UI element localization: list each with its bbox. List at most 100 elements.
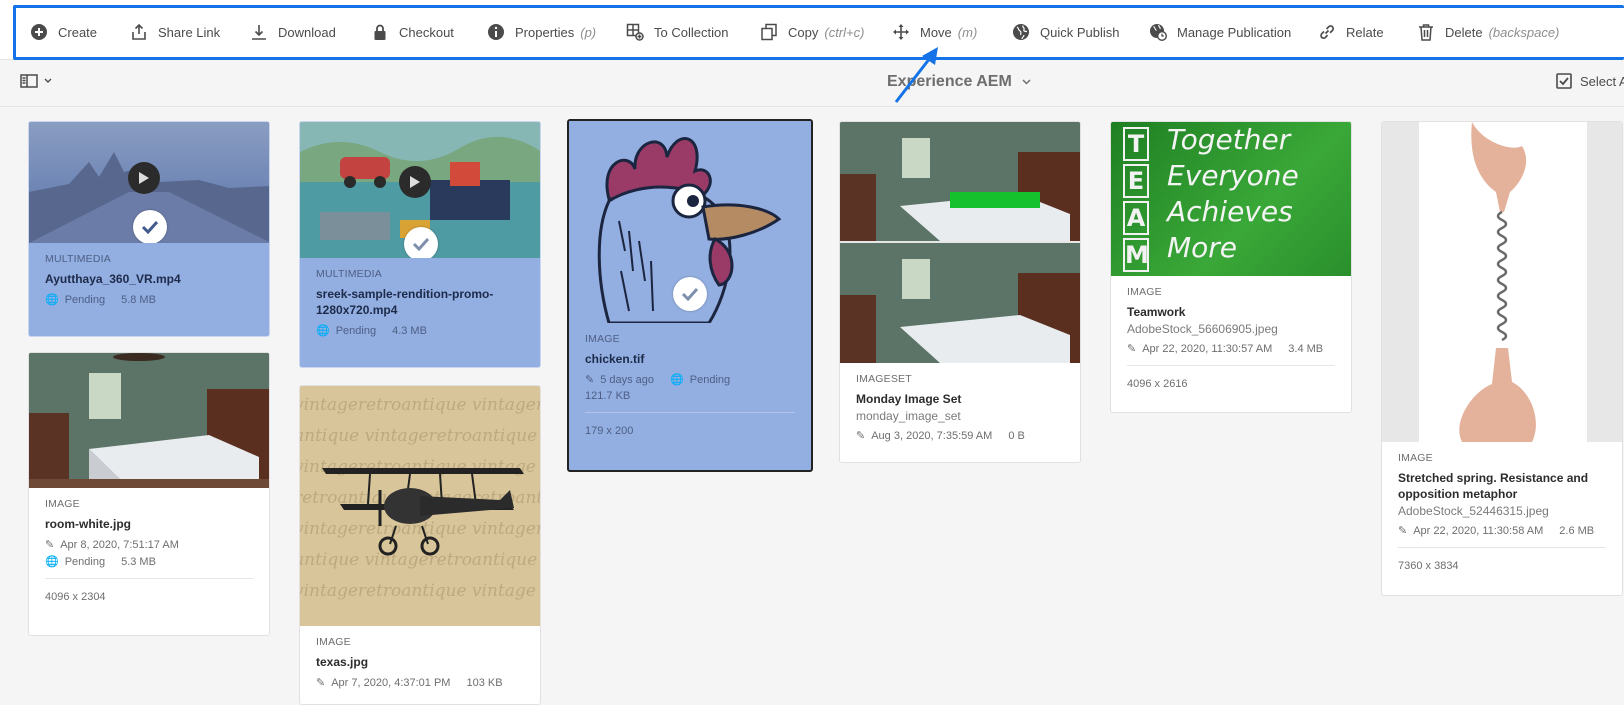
pencil-icon: ✎ bbox=[1398, 525, 1408, 537]
asset-title: Teamwork bbox=[1127, 305, 1186, 319]
asset-card-chicken[interactable]: IMAGE chicken.tif ✎ 5 days ago 🌐 Pending 12… bbox=[567, 119, 813, 472]
pencil-icon: ✎ bbox=[856, 430, 866, 442]
team-letter: E bbox=[1123, 164, 1149, 198]
info-icon bbox=[488, 24, 504, 40]
asset-filename: AdobeStock_52446315.jpeg bbox=[1398, 504, 1549, 518]
globe-clock-icon bbox=[1150, 24, 1167, 41]
card-thumbnail bbox=[29, 353, 269, 488]
play-icon[interactable] bbox=[399, 166, 431, 198]
modified-date: Apr 22, 2020, 11:30:58 AM bbox=[1413, 524, 1544, 537]
card-thumbnail bbox=[300, 122, 540, 258]
asset-type: IMAGE bbox=[45, 498, 80, 510]
action-toolbar: Create Share Link Download Checkout Prop… bbox=[0, 0, 1624, 60]
properties-shortcut: (p) bbox=[580, 24, 597, 40]
asset-card-ayutthaya[interactable]: MULTIMEDIA Ayutthaya_360_VR.mp4 🌐 Pending… bbox=[28, 121, 270, 337]
team-letter: T bbox=[1123, 127, 1149, 161]
create-button[interactable]: Create bbox=[30, 22, 97, 42]
asset-type: IMAGE bbox=[1398, 452, 1433, 464]
move-icon bbox=[893, 24, 909, 40]
asset-card-room-white[interactable]: IMAGE room-white.jpg ✎ Apr 8, 2020, 7:51:… bbox=[28, 352, 270, 636]
lock-icon bbox=[374, 24, 386, 40]
asset-title: room-white.jpg bbox=[45, 517, 131, 531]
selected-check-icon[interactable] bbox=[133, 210, 167, 243]
annotation-arrow bbox=[894, 47, 938, 103]
card-thumbnail bbox=[29, 122, 269, 243]
file-size: 121.7 KB bbox=[585, 390, 631, 402]
asset-type: MULTIMEDIA bbox=[45, 253, 111, 265]
team-word: Everyone bbox=[1167, 159, 1299, 192]
team-letters: TEAM bbox=[1123, 127, 1153, 275]
share-link-label: Share Link bbox=[158, 24, 221, 40]
to-collection-button[interactable]: To Collection bbox=[626, 22, 728, 42]
copy-button[interactable]: Copy (ctrl+c) bbox=[760, 22, 864, 42]
manage-publication-label: Manage Publication bbox=[1177, 24, 1292, 40]
to-collection-label: To Collection bbox=[654, 24, 729, 40]
quick-publish-button[interactable]: Quick Publish bbox=[1012, 22, 1119, 42]
card-thumbnail bbox=[840, 122, 1080, 363]
modified-date: Aug 3, 2020, 7:35:59 AM bbox=[871, 429, 993, 442]
selected-check-icon[interactable] bbox=[673, 277, 707, 311]
asset-type: IMAGESET bbox=[856, 373, 912, 385]
create-label: Create bbox=[58, 24, 98, 40]
delete-label: Delete bbox=[1445, 24, 1483, 40]
file-size: 3.4 MB bbox=[1288, 342, 1324, 355]
asset-type: IMAGE bbox=[1127, 286, 1162, 298]
file-size: 0 B bbox=[1008, 429, 1025, 442]
modified-date: Apr 22, 2020, 11:30:57 AM bbox=[1142, 342, 1273, 355]
copy-label: Copy bbox=[788, 24, 819, 40]
share-link-button[interactable]: Share Link bbox=[130, 22, 220, 42]
copy-shortcut: (ctrl+c) bbox=[824, 24, 865, 40]
asset-title: chicken.tif bbox=[585, 352, 645, 366]
delete-button[interactable]: Delete (backspace) bbox=[1417, 22, 1559, 42]
asset-title: Monday Image Set bbox=[856, 392, 962, 406]
globe-icon: 🌐 bbox=[316, 325, 330, 337]
asset-card-monday-image-set[interactable]: IMAGESET Monday Image Set monday_image_s… bbox=[839, 121, 1081, 463]
download-label: Download bbox=[278, 24, 336, 40]
image-dimensions: 4096 x 2304 bbox=[45, 578, 253, 603]
team-words: Together Everyone Achieves More bbox=[1167, 122, 1299, 266]
properties-button[interactable]: Properties (p) bbox=[487, 22, 596, 42]
collection-add-icon bbox=[626, 23, 644, 41]
relate-button[interactable]: Relate bbox=[1318, 22, 1384, 42]
imageset-thumbnail bbox=[840, 122, 1080, 363]
selected-check-icon[interactable] bbox=[404, 227, 438, 258]
download-button[interactable]: Download bbox=[250, 22, 336, 42]
file-size: 2.6 MB bbox=[1559, 524, 1595, 537]
asset-card-texas[interactable]: vintageretroantique vintageretrantique v… bbox=[299, 385, 541, 705]
modified-date: Apr 7, 2020, 4:37:01 PM bbox=[331, 676, 451, 689]
globe-icon: 🌐 bbox=[45, 556, 59, 568]
rail-toggle-button[interactable] bbox=[20, 74, 52, 88]
checkout-button[interactable]: Checkout bbox=[371, 22, 454, 42]
room-image bbox=[29, 353, 269, 488]
card-thumbnail: TEAM Together Everyone Achieves More bbox=[1111, 122, 1351, 276]
team-letter: M bbox=[1123, 238, 1149, 272]
manage-publication-button[interactable]: Manage Publication bbox=[1149, 22, 1291, 42]
move-shortcut: (m) bbox=[957, 24, 978, 40]
spring-hands-image bbox=[1419, 122, 1587, 442]
play-icon[interactable] bbox=[128, 162, 160, 194]
team-word: Achieves bbox=[1167, 195, 1293, 228]
team-word: More bbox=[1167, 231, 1238, 264]
card-thumbnail bbox=[569, 121, 811, 323]
asset-card-teamwork[interactable]: TEAM Together Everyone Achieves More IMAGE … bbox=[1110, 121, 1352, 413]
move-label: Move bbox=[920, 24, 952, 40]
select-all-label: Select All bbox=[1580, 73, 1624, 89]
trash-icon bbox=[1419, 24, 1433, 41]
asset-card-stretched-spring[interactable]: IMAGE Stretched spring. Resistance and o… bbox=[1381, 121, 1623, 596]
globe-icon: 🌐 bbox=[670, 374, 684, 386]
select-all-button[interactable]: Select All bbox=[1556, 73, 1624, 89]
card-thumbnail: vintageretroantique vintageretrantique v… bbox=[300, 386, 540, 626]
link-icon bbox=[1320, 25, 1334, 39]
image-dimensions: 4096 x 2616 bbox=[1127, 365, 1335, 390]
file-size: 5.8 MB bbox=[121, 293, 156, 306]
globe-icon: 🌐 bbox=[45, 294, 59, 306]
delete-shortcut: (backspace) bbox=[1488, 24, 1560, 40]
rail-panel-icon bbox=[20, 74, 38, 88]
biplane-drawing bbox=[322, 468, 524, 556]
publish-status: Pending bbox=[64, 555, 106, 568]
move-button[interactable]: Move (m) bbox=[892, 22, 977, 42]
card-thumbnail bbox=[1382, 122, 1622, 442]
file-size: 5.3 MB bbox=[121, 555, 156, 568]
asset-filename: monday_image_set bbox=[856, 409, 961, 423]
asset-card-sreek-promo[interactable]: MULTIMEDIA sreek-sample-rendition-promo-… bbox=[299, 121, 541, 368]
